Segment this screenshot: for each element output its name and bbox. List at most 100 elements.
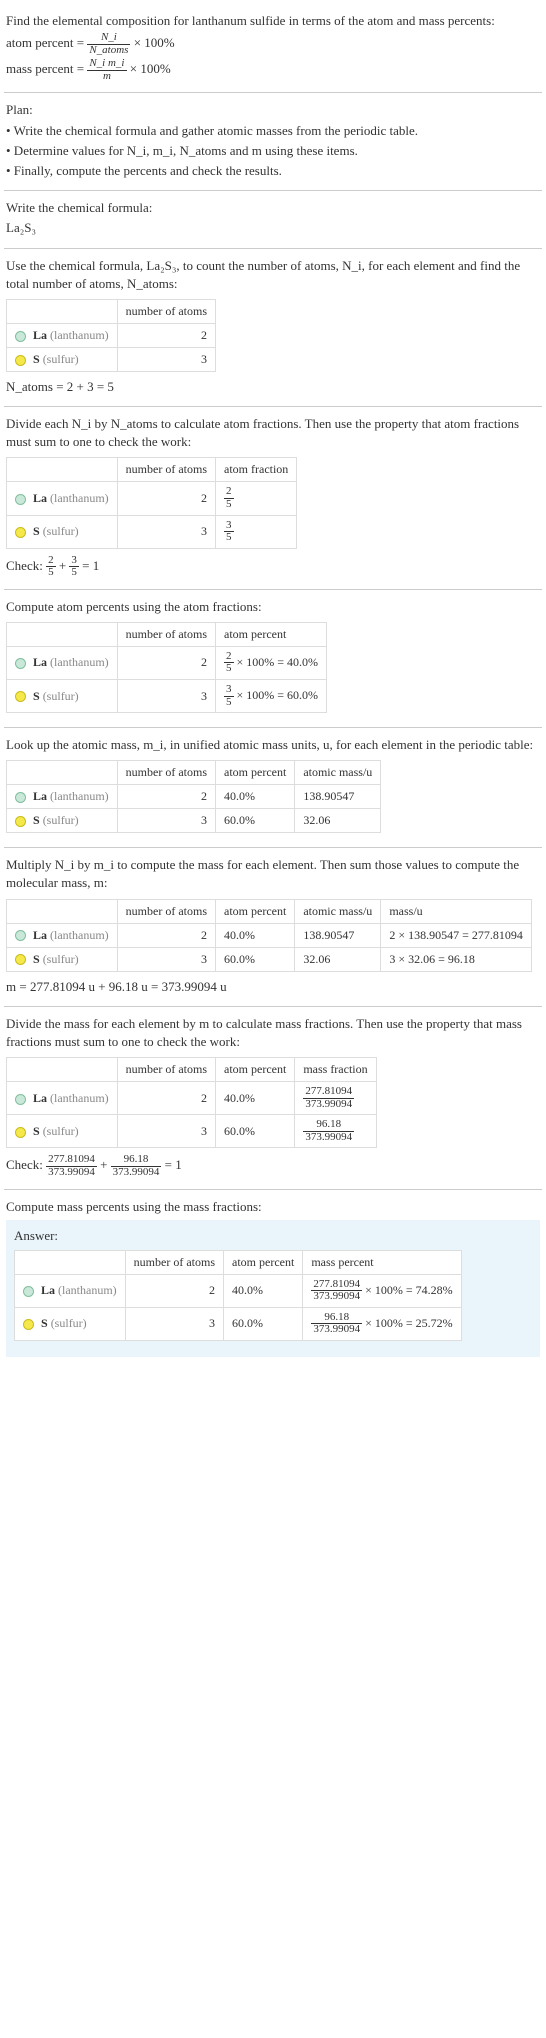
fraction-cell: 2 5 xyxy=(216,482,297,515)
mpct-cell: 96.18 373.99094 × 100% = 25.72% xyxy=(303,1307,461,1340)
atompct-table: number of atoms atom percent La (lanthan… xyxy=(6,622,327,713)
atoms-value: 3 xyxy=(117,1115,215,1148)
element-cell: S (sulfur) xyxy=(7,1115,118,1148)
fraction: 3 5 xyxy=(224,520,234,544)
numerator: 3 xyxy=(224,684,234,697)
fraction: 2 5 xyxy=(224,651,234,675)
header-atoms: number of atoms xyxy=(117,299,215,323)
intro-text: Find the elemental composition for lanth… xyxy=(6,12,540,30)
atompct-text: Compute atom percents using the atom fra… xyxy=(6,598,540,616)
denominator: 5 xyxy=(46,567,56,579)
intro-section: Find the elemental composition for lanth… xyxy=(4,4,542,93)
element-symbol: S xyxy=(33,813,40,827)
table-row: S (sulfur) 3 60.0% 32.06 3 × 32.06 = 96.… xyxy=(7,947,532,971)
header-mpct: mass percent xyxy=(303,1250,461,1274)
pct-cell: 2 5 × 100% = 40.0% xyxy=(216,646,327,679)
atoms-value: 2 xyxy=(117,646,215,679)
table-header-row: number of atoms atom fraction xyxy=(7,458,297,482)
header-atoms: number of atoms xyxy=(117,458,215,482)
pct-calc: × 100% = 40.0% xyxy=(237,655,319,669)
numerator: N_i xyxy=(87,32,130,45)
element-symbol: La xyxy=(41,1283,55,1297)
denominator: 373.99094 xyxy=(311,1291,362,1303)
molmass-section: Multiply N_i by m_i to compute the mass … xyxy=(4,848,542,1007)
fraction: 277.81094 373.99094 xyxy=(46,1154,97,1178)
atoms-value: 2 xyxy=(117,785,215,809)
fraction: 96.18 373.99094 xyxy=(111,1154,162,1178)
element-name: (sulfur) xyxy=(43,813,79,827)
denominator: 373.99094 xyxy=(311,1324,362,1336)
answer-box: Answer: number of atoms atom percent mas… xyxy=(6,1220,540,1357)
atoms-value: 3 xyxy=(117,947,215,971)
denominator: 373.99094 xyxy=(111,1167,162,1179)
answer-table: number of atoms atom percent mass percen… xyxy=(14,1250,462,1341)
header-atoms: number of atoms xyxy=(125,1250,223,1274)
header-fraction: atom fraction xyxy=(216,458,297,482)
element-cell: S (sulfur) xyxy=(7,947,118,971)
element-name: (lanthanum) xyxy=(50,655,109,669)
plan-bullet: • Write the chemical formula and gather … xyxy=(6,122,540,140)
element-color-icon xyxy=(15,954,26,965)
denominator: 5 xyxy=(224,663,234,675)
table-row: La (lanthanum) 2 2 5 × 100% = 40.0% xyxy=(7,646,327,679)
table-row: S (sulfur) 3 60.0% 96.18 373.99094 xyxy=(7,1115,377,1148)
element-color-icon xyxy=(15,691,26,702)
mpct-tail: × 100% = 25.72% xyxy=(365,1316,453,1330)
table-header-row: number of atoms atom percent mass percen… xyxy=(15,1250,462,1274)
mpct-tail: × 100% = 74.28% xyxy=(365,1282,453,1296)
header-pct: atom percent xyxy=(216,1058,295,1082)
mass-calc: 3 × 32.06 = 96.18 xyxy=(381,947,532,971)
massfrac-table: number of atoms atom percent mass fracti… xyxy=(6,1057,377,1148)
chemical-formula: La₂S₃ xyxy=(6,219,540,237)
pct-calc: × 100% = 60.0% xyxy=(237,688,319,702)
element-name: (sulfur) xyxy=(43,689,79,703)
table-row: S (sulfur) 3 60.0% 96.18 373.99094 × 100… xyxy=(15,1307,462,1340)
check-line: Check: 277.81094 373.99094 + 96.18 373.9… xyxy=(6,1154,540,1178)
count-table: number of atoms La (lanthanum) 2 S (sulf… xyxy=(6,299,216,372)
table-row: La (lanthanum) 2 40.0% 277.81094 373.990… xyxy=(7,1082,377,1115)
table-row: La (lanthanum) 2 40.0% 277.81094 373.990… xyxy=(15,1274,462,1307)
count-section: Use the chemical formula, La₂S₃, to coun… xyxy=(4,249,542,408)
element-name: (sulfur) xyxy=(43,352,79,366)
table-row: S (sulfur) 3 xyxy=(7,347,216,371)
header-atoms: number of atoms xyxy=(117,1058,215,1082)
fraction: N_i m_i m xyxy=(87,58,126,82)
element-symbol: La xyxy=(33,928,47,942)
formula-prompt: Write the chemical formula: xyxy=(6,199,540,217)
denominator: 373.99094 xyxy=(303,1099,354,1111)
pct-cell: 3 5 × 100% = 60.0% xyxy=(216,680,327,713)
pct-value: 60.0% xyxy=(216,1115,295,1148)
element-color-icon xyxy=(15,930,26,941)
denominator: 373.99094 xyxy=(46,1167,97,1179)
element-symbol: La xyxy=(33,328,47,342)
atoms-value: 2 xyxy=(117,482,215,515)
element-name: (lanthanum) xyxy=(50,491,109,505)
table-header-row: number of atoms atom percent xyxy=(7,622,327,646)
masspct-text: Compute mass percents using the mass fra… xyxy=(6,1198,540,1216)
element-color-icon xyxy=(15,658,26,669)
table-row: La (lanthanum) 2 40.0% 138.90547 2 × 138… xyxy=(7,923,532,947)
numerator: N_i m_i xyxy=(87,58,126,71)
atoms-value: 2 xyxy=(117,923,215,947)
element-name: (lanthanum) xyxy=(50,328,109,342)
mfrac-cell: 277.81094 373.99094 xyxy=(295,1082,376,1115)
element-cell: La (lanthanum) xyxy=(15,1274,126,1307)
fraction: 2 5 xyxy=(224,486,234,510)
check-eq: = 1 xyxy=(165,1157,182,1172)
molmass-text: Multiply N_i by m_i to compute the mass … xyxy=(6,856,540,892)
header-atoms: number of atoms xyxy=(117,761,215,785)
element-cell: S (sulfur) xyxy=(7,809,118,833)
fraction: 277.81094 373.99094 xyxy=(303,1086,354,1110)
pct-value: 60.0% xyxy=(224,1307,303,1340)
natoms-total: N_atoms = 2 + 3 = 5 xyxy=(6,378,540,396)
mfrac-cell: 96.18 373.99094 xyxy=(295,1115,376,1148)
empty-header xyxy=(7,899,118,923)
header-atoms: number of atoms xyxy=(117,622,215,646)
empty-header xyxy=(7,299,118,323)
fraction: 96.18 373.99094 xyxy=(303,1119,354,1143)
fraction: 2 5 xyxy=(46,555,56,579)
element-name: (lanthanum) xyxy=(50,1091,109,1105)
atom-percent-formula: atom percent = N_i N_atoms × 100% xyxy=(6,32,540,56)
element-cell: La (lanthanum) xyxy=(7,785,118,809)
element-color-icon xyxy=(15,816,26,827)
